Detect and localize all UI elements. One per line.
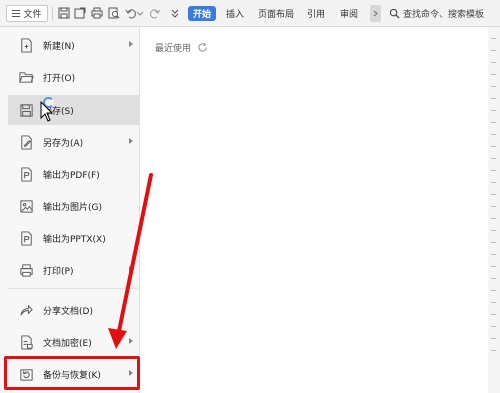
share-icon [18,302,34,318]
submenu-arrow-icon [129,138,133,144]
print-preview-icon[interactable] [107,6,121,20]
menu-item-label: 分享文档(D) [43,306,93,317]
scroll-markers [491,38,497,362]
tab-insert[interactable]: 插入 [226,6,244,21]
save-as-icon [18,134,34,150]
menu-item-export-pdf[interactable]: 输出为PDF(F) [8,160,139,188]
tab-references[interactable]: 引用 [307,6,325,21]
image-export-icon [18,198,34,214]
menu-item-save[interactable]: 保存(S) [8,95,139,125]
submenu-arrow-icon [129,41,133,47]
folder-open-icon [18,69,34,85]
ribbon-more-icon[interactable] [370,5,381,22]
menu-item-save-as[interactable]: 另存为(A) [8,128,139,156]
menu-item-encrypt[interactable]: 文档加密(E) [8,328,139,356]
refresh-icon[interactable] [197,42,208,53]
file-menu-label: 文件 [23,10,42,20]
menu-item-label: 新建(N) [43,41,75,52]
menu-item-open[interactable]: 打开(O) [8,63,139,91]
highlight-box [4,356,140,390]
menu-item-label: 打印(P) [43,266,74,277]
menu-item-export-pptx[interactable]: 输出为PPTX(X) [8,224,139,252]
toolbar-divider [52,7,53,20]
search-placeholder: 查找命令、搜索模板 [403,10,485,20]
save-icon [18,102,34,118]
mouse-cursor-icon [40,101,54,122]
export-icon[interactable] [73,6,87,20]
submenu-arrow-icon [129,266,133,272]
encrypt-icon [18,334,34,350]
recent-section: 最近使用 [155,41,208,54]
quick-access-more-icon[interactable] [168,6,182,20]
search-icon [389,8,400,19]
undo-dropdown-icon[interactable] [136,6,144,20]
menu-item-new[interactable]: 新建(N) [8,31,139,59]
redo-icon[interactable] [148,6,162,20]
new-doc-icon [18,37,34,53]
menu-item-label: 输出为PDF(F) [43,170,100,181]
command-search[interactable]: 查找命令、搜索模板 [389,5,497,22]
tab-review[interactable]: 审阅 [340,6,358,21]
pptx-export-icon [18,230,34,246]
menu-item-label: 文档加密(E) [43,338,92,349]
menu-item-label: 打开(O) [43,73,76,84]
save-icon[interactable] [57,6,71,20]
menu-item-share[interactable]: 分享文档(D) [8,296,139,324]
hamburger-icon [12,10,21,17]
menu-item-label: 输出为PPTX(X) [43,234,106,245]
pdf-export-icon [18,166,34,182]
tab-page-layout[interactable]: 页面布局 [258,6,294,21]
tab-start[interactable]: 开始 [188,6,216,21]
submenu-arrow-icon [129,338,133,344]
menu-item-label: 另存为(A) [43,138,84,149]
file-menu-button[interactable]: 文件 [6,5,48,22]
ribbon-toolbar: 文件 开始 插入 页面布局 引用 审阅 查找命令、搜索模板 [0,0,500,27]
print-icon[interactable] [90,6,104,20]
menu-divider [8,288,138,289]
menu-item-print[interactable]: 打印(P) [8,256,139,284]
printer-icon [18,262,34,278]
menu-item-label: 输出为图片(G) [43,202,102,213]
menu-item-export-image[interactable]: 输出为图片(G) [8,192,139,220]
recent-label: 最近使用 [155,44,192,54]
